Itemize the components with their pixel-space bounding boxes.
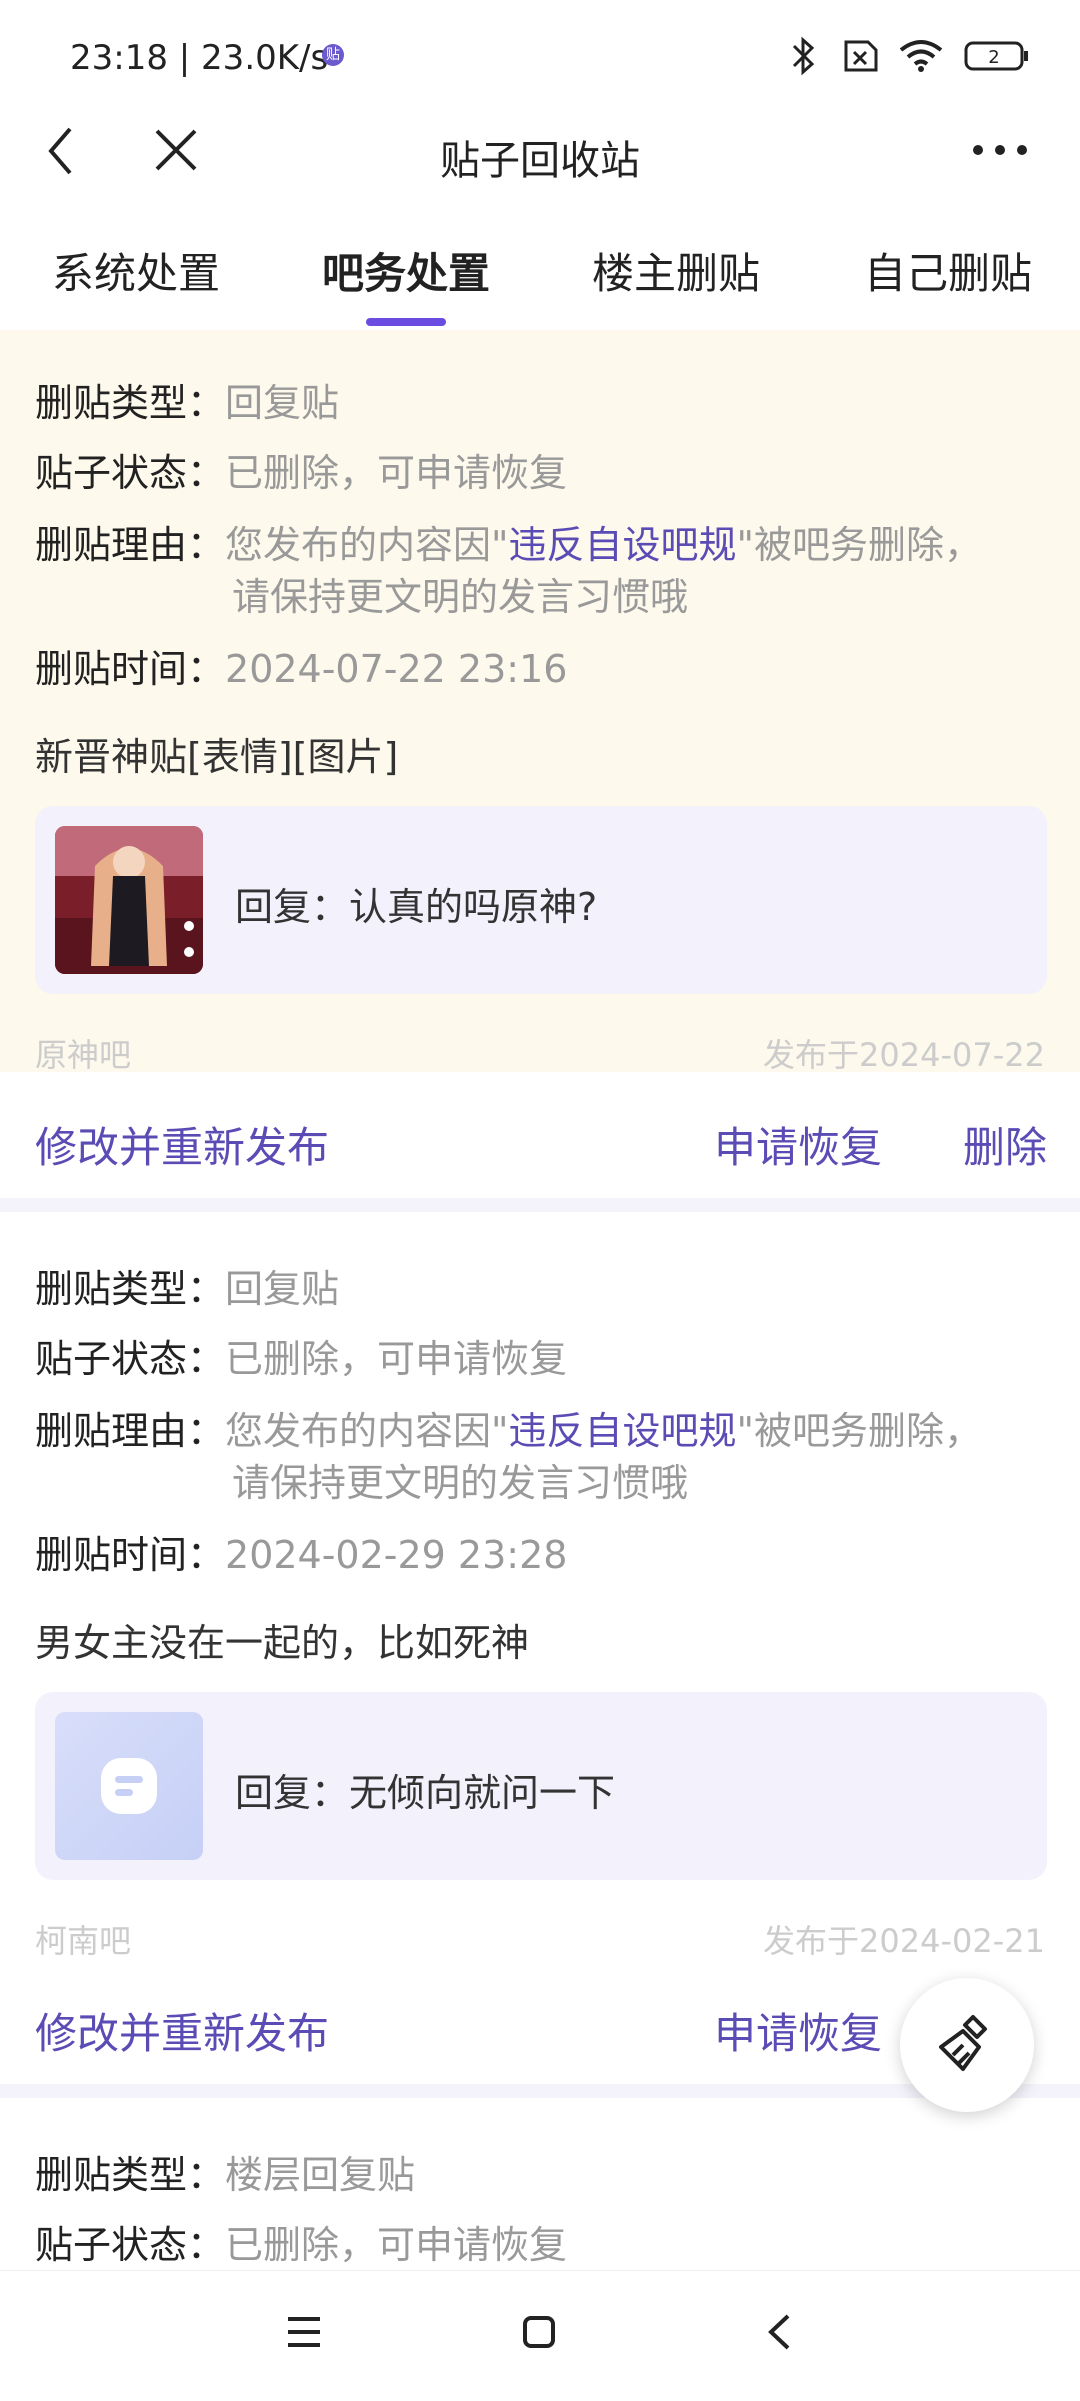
status-icons: 2 [790,36,1030,76]
delete-time-value: 2024-07-22 23:16 [225,647,568,691]
delete-reason-line2: 请保持更文明的发言习惯哦 [232,1461,689,1505]
quoted-thread[interactable]: 回复：认真的吗原神? [35,806,1047,994]
post-status-label: 贴子状态： [35,1337,226,1381]
delete-reason-label: 删贴理由： [35,1409,226,1453]
delete-time-label: 删贴时间： [35,647,226,691]
post-status-value: 已删除，可申请恢复 [225,1337,568,1381]
active-tab-indicator [366,318,446,326]
delete-reason-label: 删贴理由： [35,523,226,567]
delete-type-row: 删贴类型：回复贴 [35,1258,339,1313]
quoted-thread[interactable]: 回复：无倾向就问一下 [35,1692,1047,1880]
delete-type-value: 楼层回复贴 [225,2153,416,2197]
delete-button[interactable]: 删除 [963,1114,1047,1175]
forum-name[interactable]: 原神吧 [35,1030,131,1076]
rule-link[interactable]: 违反自设吧规 [509,523,737,567]
more-icon[interactable] [970,142,1030,158]
post-status-row: 贴子状态：已删除，可申请恢复 [35,2214,567,2269]
delete-type-label: 删贴类型： [35,381,226,425]
delete-type-label: 删贴类型： [35,1267,226,1311]
quoted-reply-text: 回复：认真的吗原神? [235,885,598,929]
status-bar: 23:18 | 23.0K/s 贴 2 [0,0,1080,120]
system-nav-bar [0,2270,1080,2401]
quoted-reply-text: 回复：无倾向就问一下 [235,1771,616,1815]
edit-republish-button[interactable]: 修改并重新发布 [35,2000,329,2061]
delete-type-row: 删贴类型：回复贴 [35,372,339,427]
edit-republish-button[interactable]: 修改并重新发布 [35,1114,329,1175]
battery-level: 2 [988,47,999,68]
post-status-label: 贴子状态： [35,2223,226,2267]
publish-date: 发布于2024-02-21 [763,1922,1045,1960]
status-time: 23:18 | 23.0K/s [70,38,329,78]
delete-type-row: 删贴类型：楼层回复贴 [35,2144,415,2199]
no-sim-icon [844,40,878,72]
menu-icon[interactable] [286,2315,322,2349]
publish-date: 发布于2024-07-22 [763,1036,1045,1074]
clean-up-fab[interactable] [900,1978,1034,2112]
post-status-label: 贴子状态： [35,451,226,495]
card-divider [0,1198,1080,1212]
reason-text-post: "被吧务删除， [736,1409,982,1453]
post-status-row: 贴子状态：已删除，可申请恢复 [35,442,567,497]
post-status-value: 已删除，可申请恢复 [225,451,568,495]
delete-reason-row: 删贴理由：您发布的内容因"违反自设吧规"被吧务删除， [35,514,982,569]
delete-type-label: 删贴类型： [35,2153,226,2197]
reason-text-pre: 您发布的内容因" [225,1409,509,1453]
bluetooth-icon [792,36,815,76]
post-title[interactable]: 新晋神贴[表情][图片] [35,726,398,781]
tab-self-delete[interactable]: 自己删贴 [864,240,1032,301]
apply-restore-button[interactable]: 申请恢复 [714,2000,882,2061]
page-title: 贴子回收站 [440,138,640,184]
delete-reason-row: 删贴理由：您发布的内容因"违反自设吧规"被吧务删除， [35,1400,982,1455]
reason-text-pre: 您发布的内容因" [225,523,509,567]
apply-restore-button[interactable]: 申请恢复 [714,1114,882,1175]
delete-time-value: 2024-02-29 23:28 [225,1533,568,1577]
delete-time-row: 删贴时间：2024-02-29 23:28 [35,1524,567,1579]
app-notification-icon: 贴 [322,44,344,66]
broom-icon [939,2015,987,2071]
delete-time-row: 删贴时间：2024-07-22 23:16 [35,638,567,693]
reason-text-post: "被吧务删除， [736,523,982,567]
thread-thumbnail [55,826,203,974]
forum-name[interactable]: 柯南吧 [35,1916,131,1962]
battery-icon: 2 [964,41,1028,71]
delete-time-label: 删贴时间： [35,1533,226,1577]
rule-link[interactable]: 违反自设吧规 [509,1409,737,1453]
tab-moderator[interactable]: 吧务处置 [322,240,490,301]
post-status-row: 贴子状态：已删除，可申请恢复 [35,1328,567,1383]
home-icon[interactable] [522,2315,556,2349]
post-title[interactable]: 男女主没在一起的，比如死神 [35,1612,529,1667]
delete-type-value: 回复贴 [225,381,340,425]
nav-back-icon[interactable] [766,2313,792,2351]
post-status-value: 已删除，可申请恢复 [225,2223,568,2267]
wifi-icon [899,40,943,72]
delete-type-value: 回复贴 [225,1267,340,1311]
tab-op-delete[interactable]: 楼主删贴 [592,240,760,301]
tab-system[interactable]: 系统处置 [52,240,220,301]
delete-reason-line2: 请保持更文明的发言习惯哦 [232,575,689,619]
thread-thumbnail-placeholder [55,1712,203,1860]
